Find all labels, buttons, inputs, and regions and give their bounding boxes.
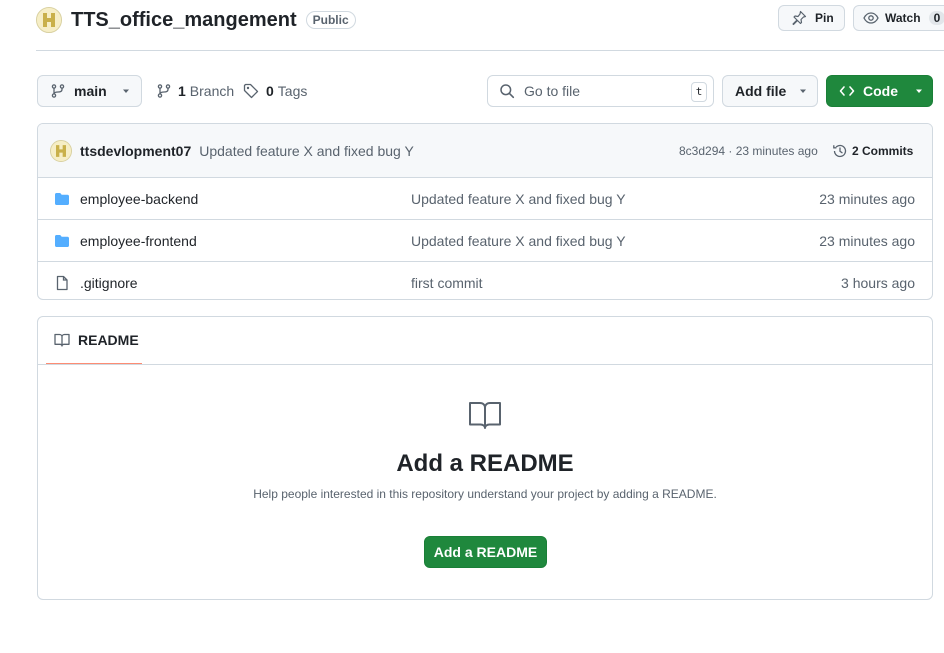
- owner-avatar[interactable]: [36, 7, 62, 33]
- folder-icon: [54, 233, 70, 249]
- tags-label: Tags: [277, 83, 308, 99]
- file-row-employee-backend[interactable]: employee-backend Updated feature X and f…: [38, 178, 932, 220]
- code-icon: [839, 83, 855, 99]
- repo-name[interactable]: TTS_office_mangement: [71, 9, 297, 32]
- eye-icon: [863, 10, 879, 26]
- add-file-label: Add file: [735, 83, 787, 99]
- tags-count: 0: [266, 83, 274, 99]
- file-commit-message[interactable]: Updated feature X and fixed bug Y: [411, 191, 626, 207]
- commit-hash-time[interactable]: 8c3d294 · 23 minutes ago: [679, 144, 818, 158]
- pin-button[interactable]: Pin: [778, 5, 845, 31]
- branches-link[interactable]: 1 Branch: [156, 83, 234, 99]
- go-to-file-input[interactable]: Go to file t: [487, 75, 714, 107]
- commit-author[interactable]: ttsdevlopment07: [80, 143, 191, 159]
- add-readme-button[interactable]: Add a README: [424, 536, 547, 568]
- commit-message[interactable]: Updated feature X and fixed bug Y: [199, 143, 414, 159]
- readme-divider: [38, 364, 932, 365]
- caret-down-icon: [798, 86, 808, 96]
- pin-icon: [791, 10, 807, 26]
- header-divider: [36, 50, 944, 51]
- file-name[interactable]: .gitignore: [80, 275, 138, 291]
- author-avatar[interactable]: [50, 139, 72, 162]
- git-branch-icon: [156, 83, 172, 99]
- book-icon: [54, 332, 70, 348]
- git-branch-icon: [50, 83, 66, 99]
- pin-label: Pin: [815, 11, 834, 25]
- code-label: Code: [863, 83, 898, 99]
- readme-panel: README Add a README Help people interest…: [37, 316, 933, 600]
- caret-down-icon: [121, 86, 131, 96]
- watch-label: Watch: [885, 11, 921, 25]
- code-button[interactable]: Code: [826, 75, 933, 107]
- branch-selector[interactable]: main: [37, 75, 142, 107]
- watch-button[interactable]: Watch 0: [853, 5, 944, 31]
- latest-commit-bar: ttsdevlopment07 Updated feature X and fi…: [38, 124, 932, 178]
- file-name[interactable]: employee-frontend: [80, 233, 197, 249]
- history-icon: [832, 143, 848, 159]
- go-to-file-placeholder: Go to file: [524, 83, 581, 99]
- folder-icon: [54, 191, 70, 207]
- file-date: 3 hours ago: [841, 274, 915, 291]
- tags-link[interactable]: 0 Tags: [243, 83, 307, 99]
- file-row-gitignore[interactable]: .gitignore first commit 3 hours ago: [38, 262, 932, 299]
- file-icon: [54, 275, 70, 291]
- file-name[interactable]: employee-backend: [80, 191, 198, 207]
- tag-icon: [243, 83, 259, 99]
- readme-tab-label: README: [78, 332, 139, 348]
- file-date: 23 minutes ago: [819, 232, 915, 249]
- readme-tab[interactable]: README: [46, 317, 142, 365]
- file-commit-message[interactable]: Updated feature X and fixed bug Y: [411, 233, 626, 249]
- branches-count: 1: [178, 83, 186, 99]
- file-commit-message[interactable]: first commit: [411, 275, 483, 291]
- branches-label: Branch: [189, 83, 235, 99]
- caret-down-icon: [914, 86, 924, 96]
- commits-label: 2 Commits: [852, 143, 914, 158]
- file-table: ttsdevlopment07 Updated feature X and fi…: [37, 123, 933, 300]
- search-icon: [499, 83, 515, 99]
- commits-link[interactable]: 2 Commits: [832, 143, 913, 159]
- repo-header: TTS_office_mangement Public: [36, 6, 356, 34]
- watch-count: 0: [928, 11, 944, 25]
- branch-name: main: [74, 83, 107, 99]
- add-file-button[interactable]: Add file: [722, 75, 818, 107]
- readme-subtitle: Help people interested in this repositor…: [253, 487, 717, 501]
- book-icon: [468, 400, 502, 430]
- visibility-badge: Public: [305, 11, 356, 29]
- keyboard-shortcut: t: [691, 82, 707, 102]
- readme-title: Add a README: [396, 450, 574, 477]
- file-date: 23 minutes ago: [819, 190, 915, 207]
- file-row-employee-frontend[interactable]: employee-frontend Updated feature X and …: [38, 220, 932, 262]
